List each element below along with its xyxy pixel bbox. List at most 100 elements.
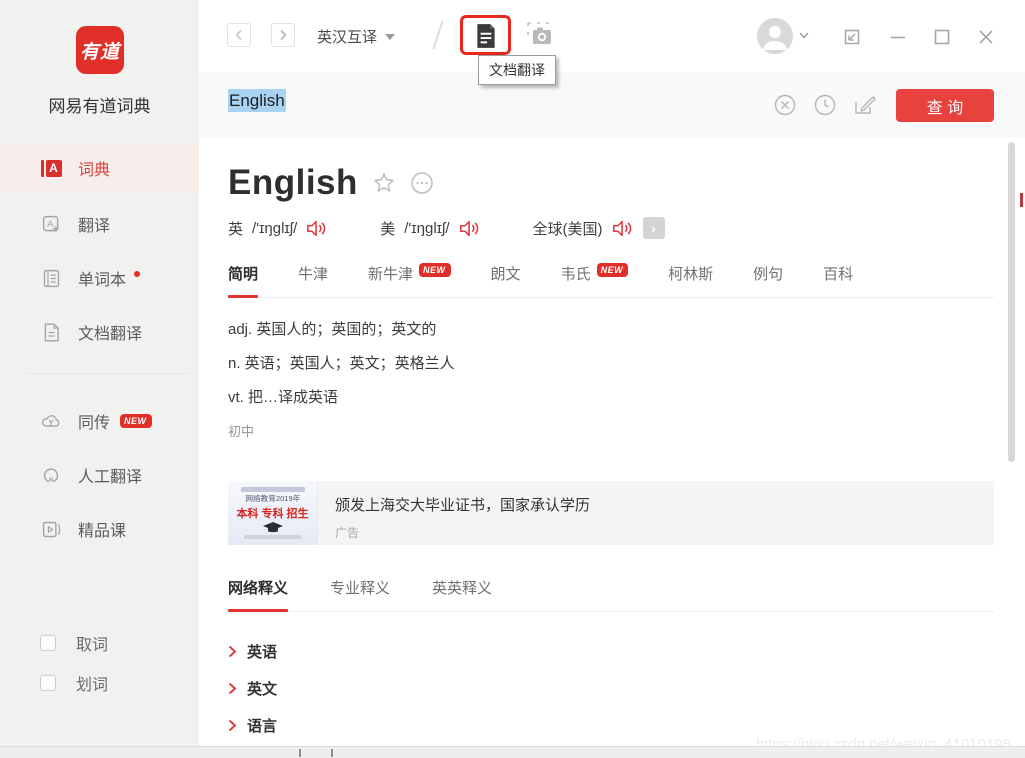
sidebar-item-courses[interactable]: 精品课 [0, 505, 199, 553]
sidebar-item-human-translate[interactable]: 人工翻译 [0, 451, 199, 499]
tab-collins[interactable]: 柯林斯 [668, 263, 713, 297]
web-meaning-item[interactable]: 英文 [228, 670, 994, 707]
caret-down-icon [385, 34, 395, 40]
tab-english-meanings[interactable]: 英英释义 [432, 577, 492, 611]
scrollbar-thumb[interactable] [1008, 142, 1015, 462]
back-button[interactable] [227, 23, 251, 47]
scrollbar-red-marker [1020, 193, 1023, 207]
toggle-label: 取词 [76, 631, 108, 655]
definition-line: n. 英语；英国人；英文；英格兰人 [228, 347, 994, 381]
sidebar-item-wordbook[interactable]: 单词本 [0, 254, 199, 302]
sidebar-item-doc-translate[interactable]: 文档翻译 [0, 308, 199, 356]
sidebar-item-simultaneous[interactable]: 同传 NEW [0, 397, 199, 445]
avatar-chevron-icon[interactable] [799, 32, 809, 39]
sidebar-item-label: 词典 [78, 156, 110, 180]
tab-new-oxford[interactable]: 新牛津 NEW [368, 263, 451, 297]
pronunciation-uk: 英 /'ɪŋglɪʃ/ [228, 218, 328, 239]
tab-webster[interactable]: 韦氏 NEW [561, 263, 629, 297]
tab-professional-meanings[interactable]: 专业释义 [330, 577, 390, 611]
web-meanings-list: 英语 英文 语言 [228, 633, 994, 744]
doc-translate-icon [473, 22, 499, 50]
pron-phonetic: /'ɪŋglɪʃ/ [252, 220, 297, 237]
camera-icon [526, 21, 554, 49]
dictionary-tabs: 简明 牛津 新牛津 NEW 朗文 韦氏 NEW 柯林斯 例句 百科 [228, 263, 994, 298]
definition-line: adj. 英国人的；英国的；英文的 [228, 313, 994, 347]
search-submit-button[interactable]: 查 询 [896, 89, 994, 122]
chevron-right-icon [228, 682, 237, 695]
speaker-icon[interactable] [612, 219, 634, 238]
pron-region: 美 [380, 218, 395, 239]
doc-translate-tooltip: 文档翻译 [478, 55, 556, 85]
tab-longman[interactable]: 朗文 [491, 263, 521, 297]
entry-content: English 英 /'ɪŋglɪʃ/ [199, 138, 1025, 745]
ad-title: 颁发上海交大毕业证书，国家承认学历 [335, 494, 590, 515]
level-tag: 初中 [228, 421, 994, 441]
toolbar-divider [432, 20, 443, 49]
tab-concise[interactable]: 简明 [228, 263, 258, 297]
ad-banner[interactable]: 网络教育2019年 本科 专科 招生 颁发上海交大毕业证书，国家承认学历 广告 [228, 481, 994, 545]
more-options-icon[interactable] [410, 171, 434, 195]
pronunciation-us: 美 /'ɪŋglɪʃ/ [380, 218, 480, 239]
tab-oxford[interactable]: 牛津 [298, 263, 328, 297]
minimize-button[interactable] [885, 24, 911, 50]
doc-translate-button[interactable] [463, 17, 509, 54]
resize-mark [331, 749, 333, 757]
favorite-star-icon[interactable] [372, 171, 396, 195]
forward-button[interactable] [271, 23, 295, 47]
sidebar-item-label: 精品课 [78, 517, 126, 541]
translate-icon: A [40, 213, 62, 235]
tab-examples[interactable]: 例句 [753, 263, 783, 297]
tab-baike[interactable]: 百科 [823, 263, 853, 297]
clear-search-button[interactable] [773, 93, 797, 117]
bottom-strip [0, 746, 1025, 758]
sidebar-item-label: 翻译 [78, 212, 110, 236]
definition-line: vt. 把…译成英语 [228, 381, 994, 415]
pron-phonetic: /'ɪŋglɪʃ/ [404, 220, 449, 237]
speaker-icon[interactable] [306, 219, 328, 238]
pron-region: 全球(美国) [533, 218, 603, 239]
chevron-left-icon [234, 29, 244, 41]
graduation-cap-icon [263, 522, 283, 534]
handwriting-button[interactable] [853, 93, 877, 117]
checkbox-icon[interactable] [40, 635, 56, 651]
document-icon [40, 321, 62, 343]
language-mode-dropdown[interactable]: 英汉互译 [317, 26, 395, 47]
new-badge: NEW [419, 263, 451, 277]
ad-image-text: 网络教育2019年 [245, 493, 300, 503]
checkbox-icon[interactable] [40, 675, 56, 691]
new-badge: NEW [120, 414, 152, 428]
resize-mark [299, 749, 301, 757]
maximize-button[interactable] [929, 24, 955, 50]
search-bar[interactable]: English 查 询 [199, 72, 1025, 138]
history-button[interactable] [813, 93, 837, 117]
chevron-right-icon [228, 645, 237, 658]
wordbook-icon [40, 267, 62, 289]
close-button[interactable] [973, 24, 999, 50]
sidebar-item-translate[interactable]: A 翻译 [0, 200, 199, 248]
web-meaning-item[interactable]: 英语 [228, 633, 994, 670]
youdao-logo: 有道 [76, 26, 124, 74]
tab-web-meanings[interactable]: 网络释义 [228, 577, 288, 611]
global-expand-button[interactable]: › [643, 217, 665, 239]
headword: English [228, 163, 358, 203]
mini-mode-button[interactable] [839, 24, 865, 50]
search-input[interactable]: English [228, 91, 286, 111]
dictionary-icon: A [40, 157, 62, 179]
speaker-icon[interactable] [459, 219, 481, 238]
toggle-word-select[interactable]: 划词 [0, 666, 199, 700]
sidebar-item-dictionary[interactable]: A 词典 [0, 144, 199, 192]
search-text-selection: English [228, 89, 286, 112]
chevron-right-icon [278, 29, 288, 41]
toggle-word-capture[interactable]: 取词 [0, 626, 199, 660]
sidebar-item-label: 单词本 [78, 266, 126, 290]
ad-thumbnail: 网络教育2019年 本科 专科 招生 [228, 481, 318, 545]
pron-region: 英 [228, 218, 243, 239]
headset-icon [40, 464, 62, 486]
maximize-icon [933, 28, 951, 46]
chevron-right-icon [228, 719, 237, 732]
toggle-label: 划词 [76, 671, 108, 695]
video-course-icon [40, 518, 62, 540]
user-avatar[interactable] [757, 18, 793, 54]
toolbar: 英汉互译 文档翻译 [199, 0, 1025, 72]
screenshot-ocr-button[interactable] [525, 20, 555, 50]
